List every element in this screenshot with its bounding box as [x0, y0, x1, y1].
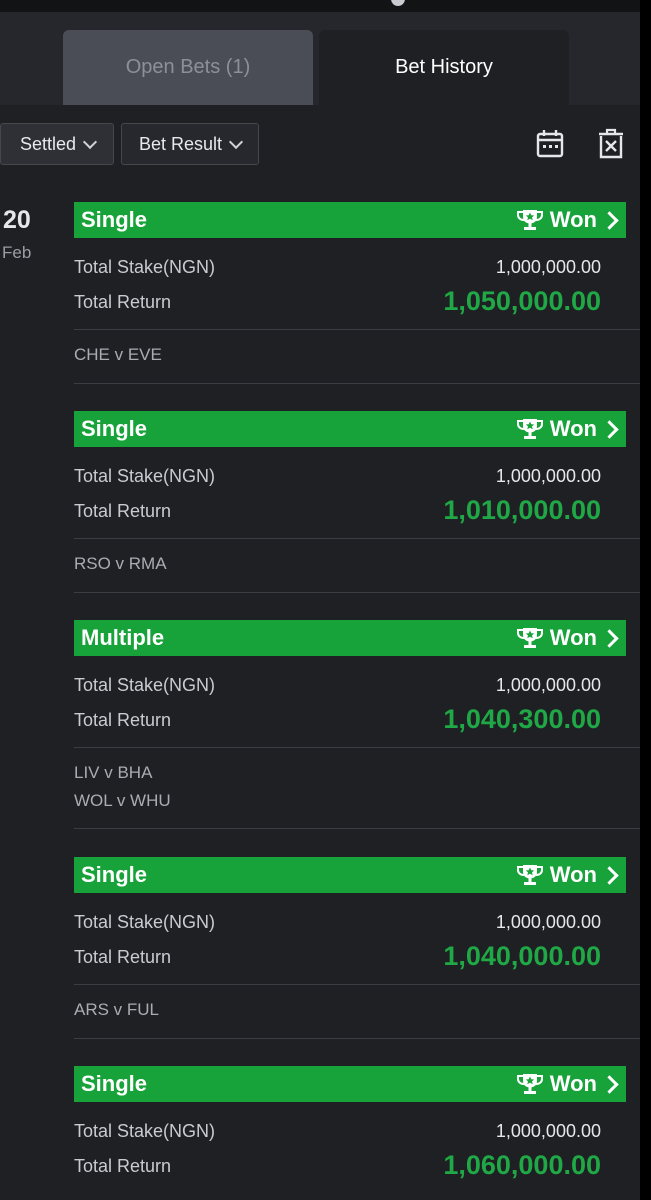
divider: [74, 1038, 640, 1039]
bet-card[interactable]: Single Won Total Stake(NGN) 1,000,000.00…: [74, 411, 640, 593]
total-return-value: 1,040,000.00: [443, 941, 601, 971]
total-stake-value: 1,000,000.00: [495, 675, 601, 695]
won-label: Won: [549, 862, 597, 887]
total-return-value: 1,050,000.00: [443, 286, 601, 316]
divider: [74, 383, 640, 384]
chevron-right-icon: [600, 865, 619, 885]
bet-card[interactable]: Single Won Total Stake(NGN) 1,000,000.00…: [74, 857, 640, 1039]
bet-type-label: Single: [81, 416, 148, 441]
settled-filter-dropdown[interactable]: Settled: [0, 123, 114, 165]
divider: [74, 329, 640, 330]
bet-card-header[interactable]: Single Won: [74, 411, 626, 447]
notch-indicator: [391, 0, 405, 6]
total-stake-label: Total Stake(NGN): [74, 675, 216, 695]
bet-card-header[interactable]: Single Won: [74, 202, 626, 238]
match-name: CHE v EVE: [74, 345, 162, 364]
chevron-right-icon: [600, 1074, 619, 1094]
trophy-icon: [516, 419, 543, 439]
total-return-value: 1,060,000.00: [443, 1150, 601, 1180]
bet-card[interactable]: Multiple Won Total Stake(NGN) 1,000,000.…: [74, 620, 640, 830]
bet-type-label: Single: [81, 207, 148, 232]
total-return-label: Total Return: [74, 292, 172, 312]
total-return-label: Total Return: [74, 710, 172, 730]
total-stake-value: 1,000,000.00: [495, 466, 601, 486]
won-label: Won: [549, 416, 597, 441]
calendar-icon[interactable]: [535, 128, 565, 160]
bet-card-header[interactable]: Single Won: [74, 1066, 626, 1102]
trophy-icon: [516, 865, 543, 885]
delete-icon[interactable]: [596, 128, 626, 160]
bet-card-header[interactable]: Multiple Won: [74, 620, 626, 656]
match-name: WOL v WHU: [74, 791, 171, 810]
won-status[interactable]: Won: [516, 1066, 619, 1102]
divider: [74, 984, 640, 985]
bet-card[interactable]: Single Won Total Stake(NGN) 1,000,000.00…: [74, 202, 640, 384]
won-label: Won: [549, 207, 597, 232]
total-stake-value: 1,000,000.00: [495, 1121, 601, 1141]
date-month: Feb: [2, 243, 32, 262]
chevron-right-icon: [600, 419, 619, 439]
tab-bar: Open Bets (1) Bet History: [0, 12, 640, 105]
total-stake-label: Total Stake(NGN): [74, 257, 216, 277]
trophy-icon: [516, 1074, 543, 1094]
total-return-value: 1,010,000.00: [443, 495, 601, 525]
won-status[interactable]: Won: [516, 202, 619, 238]
divider: [74, 538, 640, 539]
total-return-label: Total Return: [74, 1156, 172, 1176]
total-return-value: 1,040,300.00: [443, 704, 601, 734]
chevron-right-icon: [600, 210, 619, 230]
won-label: Won: [549, 1071, 597, 1096]
total-return-label: Total Return: [74, 947, 172, 967]
total-stake-value: 1,000,000.00: [495, 257, 601, 277]
won-label: Won: [549, 625, 597, 650]
tab-bet-history[interactable]: Bet History: [319, 30, 569, 105]
total-stake-label: Total Stake(NGN): [74, 1121, 216, 1141]
total-stake-value: 1,000,000.00: [495, 912, 601, 932]
match-name: LIV v BHA: [74, 763, 153, 782]
chevron-right-icon: [600, 628, 619, 648]
bet-history-screen: Open Bets (1) Bet History Settled Bet Re…: [0, 0, 640, 1200]
bet-card[interactable]: Single Won Total Stake(NGN) 1,000,000.00…: [74, 1066, 640, 1200]
divider: [74, 747, 640, 748]
tab-open-bets[interactable]: Open Bets (1): [63, 30, 313, 105]
bet-type-label: Single: [81, 862, 148, 887]
bet-type-label: Single: [81, 1071, 148, 1096]
match-name: ARS v FUL: [74, 1000, 160, 1019]
total-stake-label: Total Stake(NGN): [74, 912, 216, 932]
trophy-icon: [516, 210, 543, 230]
total-return-label: Total Return: [74, 501, 172, 521]
chevron-down-icon: [82, 134, 98, 149]
chevron-down-icon: [228, 134, 244, 149]
settled-filter-label: Settled: [20, 133, 77, 154]
date-day: 20: [3, 206, 31, 234]
bet-result-filter-dropdown[interactable]: Bet Result: [121, 123, 259, 165]
divider: [74, 592, 640, 593]
bet-type-label: Multiple: [81, 625, 165, 650]
won-status[interactable]: Won: [516, 411, 619, 447]
divider: [74, 828, 640, 829]
status-strip: [0, 0, 640, 12]
won-status[interactable]: Won: [516, 857, 619, 893]
trophy-icon: [516, 628, 543, 648]
total-stake-label: Total Stake(NGN): [74, 466, 216, 486]
match-name: RSO v RMA: [74, 554, 167, 573]
bet-result-filter-label: Bet Result: [139, 133, 223, 154]
won-status[interactable]: Won: [516, 620, 619, 656]
bet-card-header[interactable]: Single Won: [74, 857, 626, 893]
